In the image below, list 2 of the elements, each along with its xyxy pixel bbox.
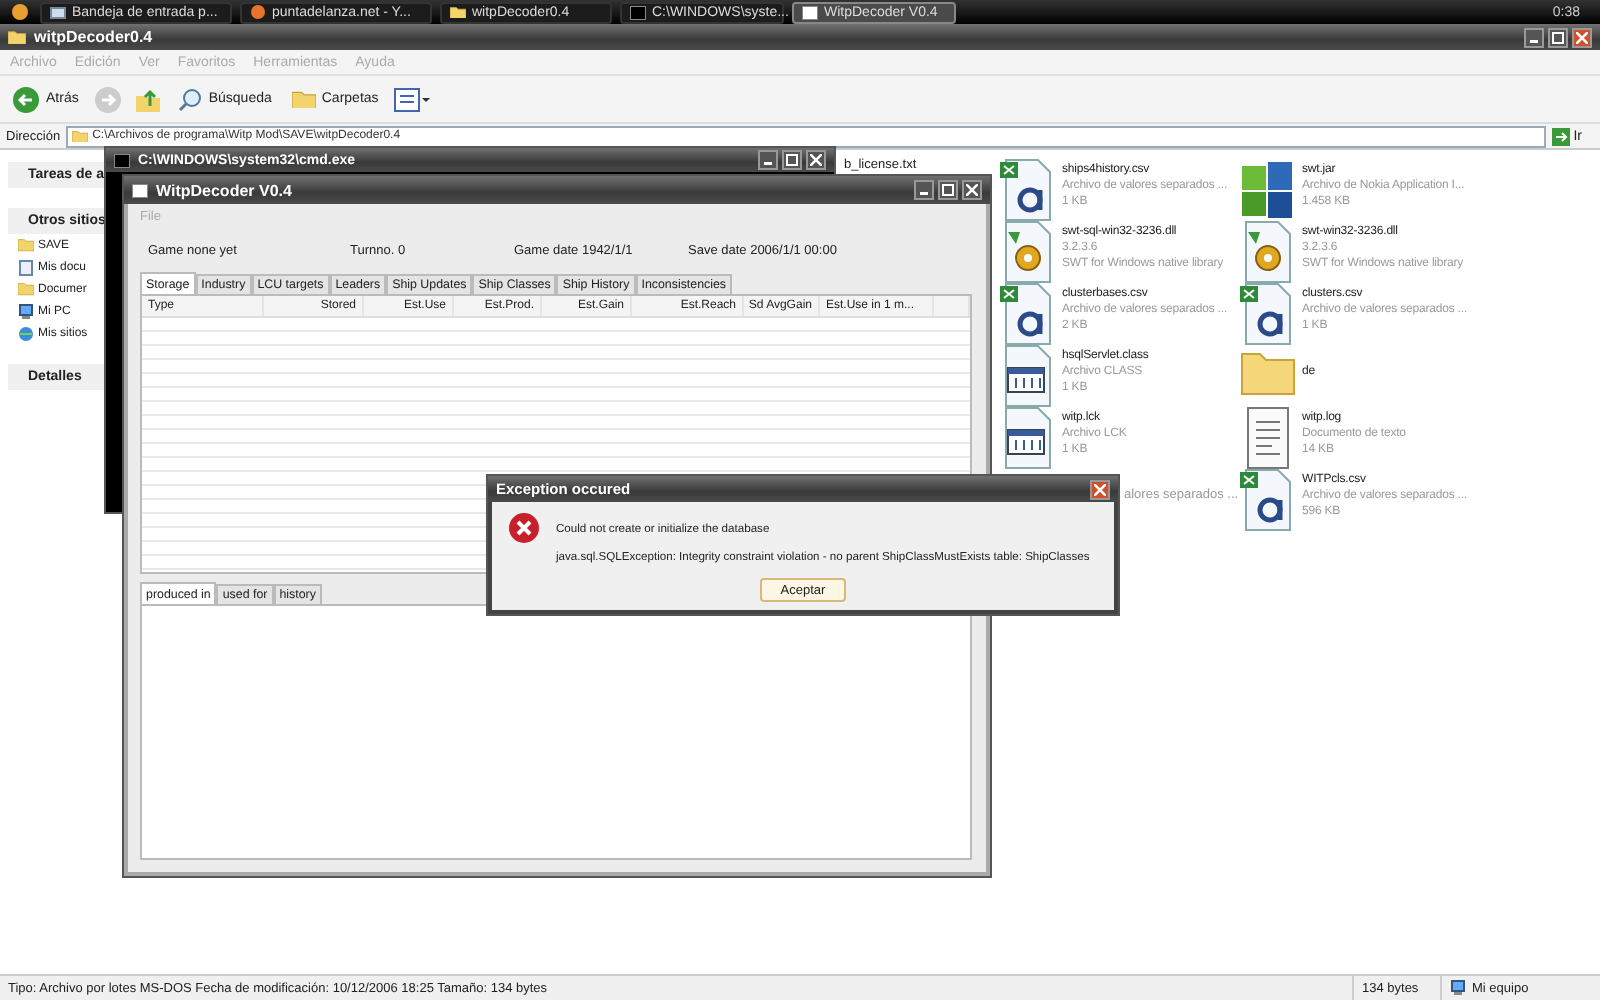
- window-title: WitpDecoder V0.4: [156, 181, 292, 199]
- window-title: witpDecoder0.4: [34, 28, 153, 46]
